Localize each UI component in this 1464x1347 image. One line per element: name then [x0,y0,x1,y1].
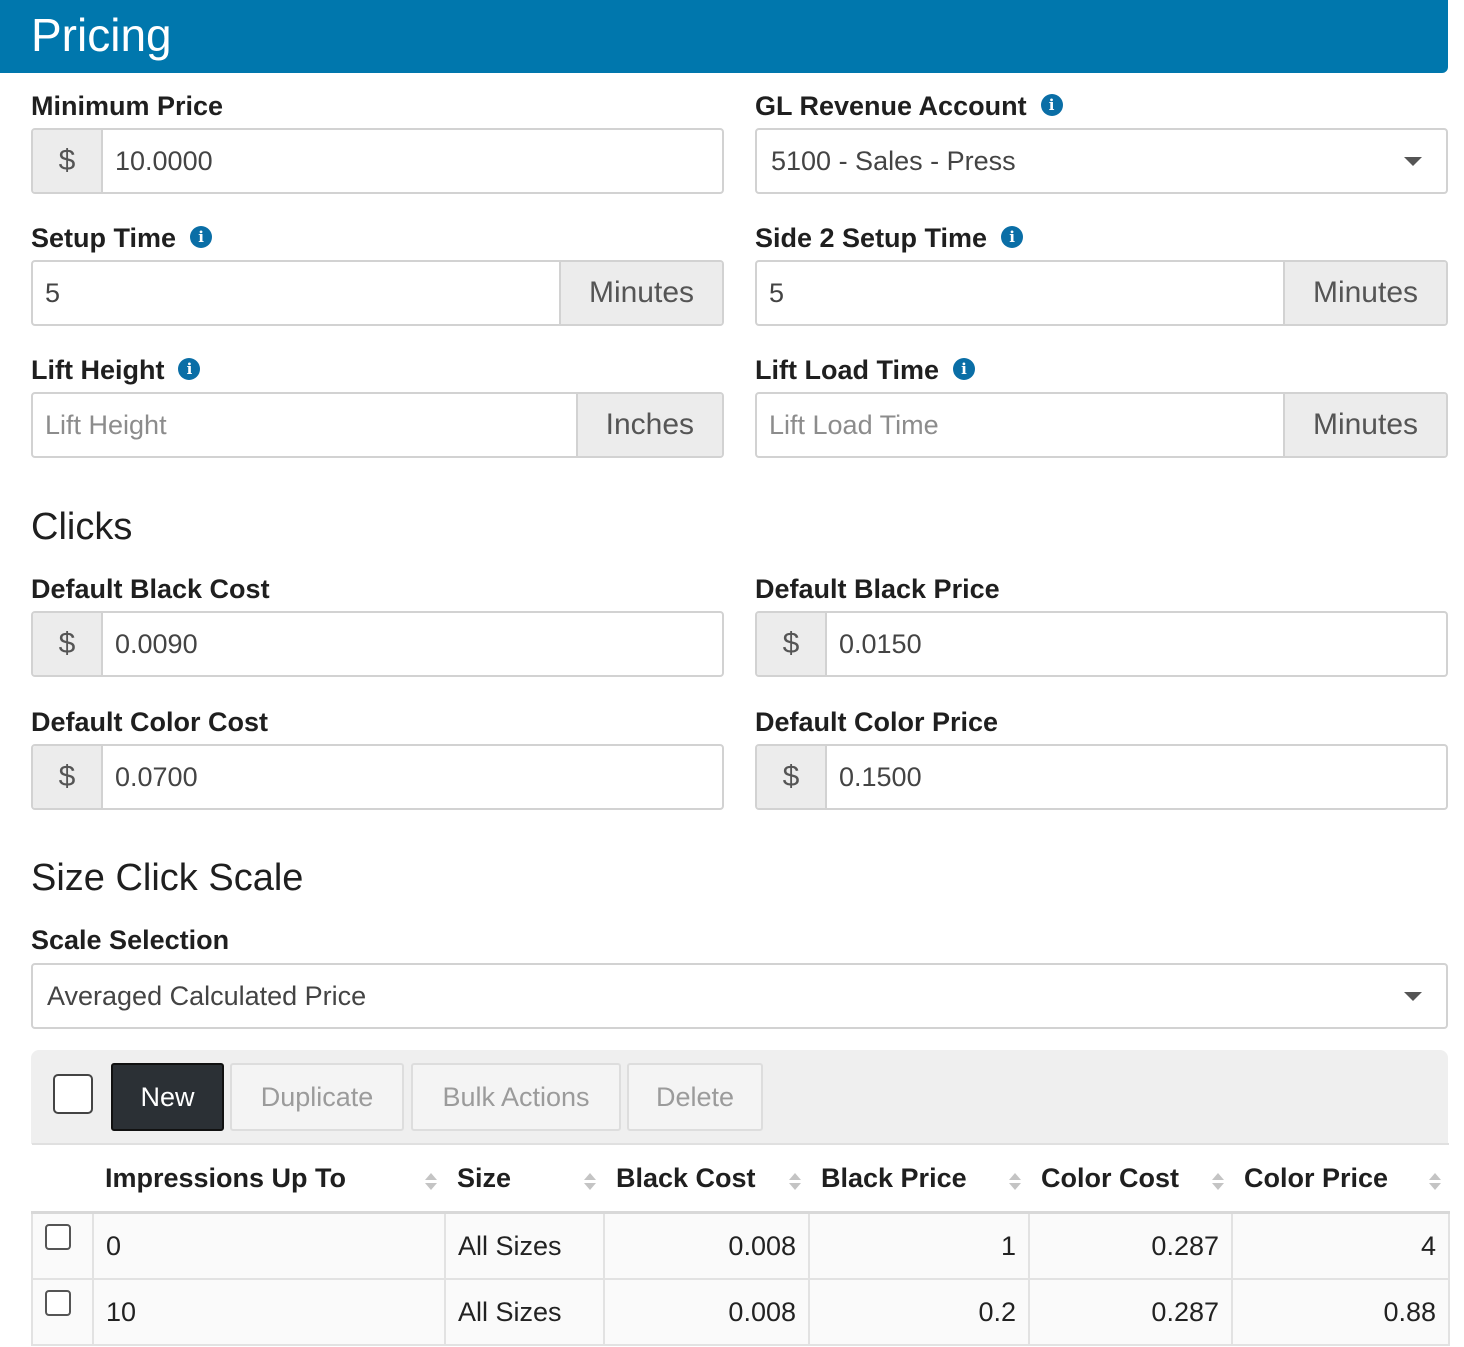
scale-selection-value: Averaged Calculated Price [47,980,367,1011]
side2-setup-time-input[interactable] [757,262,1283,324]
side2-setup-time-group: Minutes [755,260,1448,326]
black-price-cell: 1 [808,1211,1030,1280]
bulk-actions-button[interactable]: Bulk Actions [411,1063,621,1131]
lift-load-time-input[interactable] [757,394,1283,456]
default-black-price-input[interactable] [827,613,1446,675]
sort-icon[interactable] [789,1173,801,1193]
black-cost-cell: 0.008 [603,1278,810,1346]
minimum-price-group: $ [31,128,724,194]
default-color-price-group: $ [755,744,1448,810]
currency-prefix: $ [757,746,827,808]
color-cost-cell: 0.287 [1028,1211,1233,1280]
info-icon[interactable]: i [190,225,213,248]
caret-down-icon [1404,157,1422,166]
color-price-cell: 4 [1231,1211,1450,1280]
size-click-scale-table: Impressions Up To Size Black Cost Black … [31,1143,1450,1346]
info-icon[interactable]: i [178,357,201,380]
side2-setup-time-unit: Minutes [1282,262,1446,324]
default-black-cost-label: Default Black Cost [31,574,270,604]
column-header-color-cost[interactable]: Color Cost [1029,1143,1232,1214]
black-cost-cell: 0.008 [603,1211,810,1280]
scale-selection-label: Scale Selection [31,925,230,955]
lift-height-unit: Inches [575,394,722,456]
side2-setup-time-label: Side 2 Setup Time i [755,221,1024,255]
setup-time-unit: Minutes [558,262,722,324]
clicks-section-title: Clicks [31,506,133,548]
info-icon[interactable]: i [1040,93,1063,116]
lift-load-time-label: Lift Load Time i [755,353,976,387]
currency-prefix: $ [757,613,827,675]
table-row[interactable]: 10 All Sizes 0.008 0.2 0.287 0.88 [31,1278,1450,1346]
info-icon[interactable]: i [1001,225,1024,248]
row-checkbox[interactable] [45,1289,71,1316]
impressions-cell: 0 [92,1211,446,1280]
table-header-row: Impressions Up To Size Black Cost Black … [32,1143,1449,1214]
gl-revenue-account-label: GL Revenue Account i [755,89,1063,123]
page-title: Pricing [31,9,172,61]
default-black-price-label: Default Black Price [755,574,1000,604]
size-cell: All Sizes [444,1211,605,1280]
column-header-black-price[interactable]: Black Price [809,1143,1029,1214]
gl-revenue-account-select[interactable]: 5100 - Sales - Press [755,128,1448,194]
info-icon[interactable]: i [953,357,976,380]
impressions-cell: 10 [92,1278,446,1346]
minimum-price-label: Minimum Price [31,91,224,121]
sort-icon[interactable] [584,1173,596,1193]
column-header-color-price[interactable]: Color Price [1232,1143,1449,1214]
currency-prefix: $ [33,613,103,675]
column-header-black-cost[interactable]: Black Cost [604,1143,809,1214]
default-black-cost-group: $ [31,611,724,677]
scale-selection-select[interactable]: Averaged Calculated Price [31,963,1448,1029]
setup-time-input[interactable] [33,262,559,324]
color-price-cell: 0.88 [1231,1278,1450,1346]
table-toolbar: New Duplicate Bulk Actions Delete [31,1050,1448,1144]
row-checkbox[interactable] [45,1223,71,1250]
black-price-cell: 0.2 [808,1278,1030,1346]
color-cost-cell: 0.287 [1028,1278,1233,1346]
row-checkbox-cell [31,1211,94,1280]
sort-icon[interactable] [1009,1173,1021,1193]
new-button[interactable]: New [111,1063,224,1131]
column-header-impressions[interactable]: Impressions Up To [93,1143,445,1214]
default-color-cost-input[interactable] [103,746,722,808]
default-color-cost-group: $ [31,744,724,810]
pricing-header: Pricing [0,0,1448,73]
size-click-scale-title: Size Click Scale [31,857,304,899]
default-color-price-input[interactable] [827,746,1446,808]
currency-prefix: $ [33,130,103,192]
lift-height-group: Inches [31,392,724,458]
default-black-price-group: $ [755,611,1448,677]
gl-revenue-account-value: 5100 - Sales - Press [771,145,1016,176]
row-checkbox-cell [31,1278,94,1346]
sort-icon[interactable] [1429,1173,1441,1193]
table-row[interactable]: 0 All Sizes 0.008 1 0.287 4 [31,1211,1450,1280]
default-color-cost-label: Default Color Cost [31,707,269,737]
setup-time-label: Setup Time i [31,221,213,255]
lift-load-time-unit: Minutes [1282,394,1446,456]
currency-prefix: $ [33,746,103,808]
lift-height-label: Lift Height i [31,353,201,387]
default-color-price-label: Default Color Price [755,707,999,737]
delete-button[interactable]: Delete [627,1063,763,1131]
caret-down-icon [1404,992,1422,1001]
size-cell: All Sizes [444,1278,605,1346]
setup-time-group: Minutes [31,260,724,326]
lift-load-time-group: Minutes [755,392,1448,458]
default-black-cost-input[interactable] [103,613,722,675]
checkbox-header [32,1143,93,1214]
duplicate-button[interactable]: Duplicate [230,1063,404,1131]
column-header-size[interactable]: Size [445,1143,604,1214]
lift-height-input[interactable] [33,394,576,456]
sort-icon[interactable] [425,1173,437,1193]
minimum-price-input[interactable] [103,130,722,192]
sort-icon[interactable] [1212,1173,1224,1193]
select-all-checkbox[interactable] [53,1074,93,1114]
